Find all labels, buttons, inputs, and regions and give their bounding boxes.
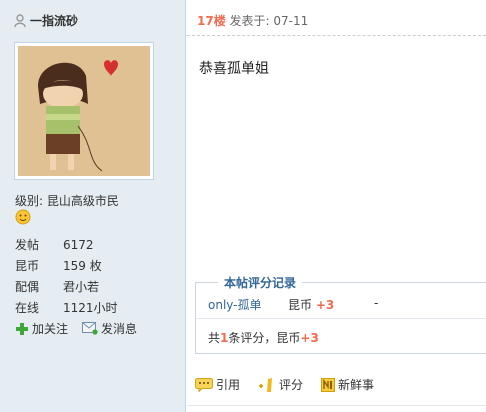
quote-label: 引用	[216, 378, 241, 392]
news-button[interactable]: 新鲜事	[321, 376, 374, 393]
plus-icon	[16, 322, 28, 335]
stat-row-posts: 发帖 6172	[15, 234, 118, 255]
user-stats: 发帖 6172 昆币 159 枚 配偶 君小若 在线 1121小时	[15, 234, 118, 318]
quote-icon	[195, 377, 213, 392]
follow-button[interactable]: 加关注	[15, 320, 68, 337]
message-label: 发消息	[101, 322, 138, 336]
stat-value: 1121小时	[63, 301, 118, 315]
author-username[interactable]: 一指流砂	[30, 12, 78, 29]
user-offline-icon	[14, 13, 26, 27]
rate-button[interactable]: 评分	[258, 376, 303, 393]
post-time: 发表于: 07-11	[229, 14, 309, 28]
rating-summary: 共1条评分，昆币+3	[208, 329, 319, 346]
post-main: 17楼 发表于: 07-11 恭喜孤单姐 本帖评分记录 only-孤单 昆币 +…	[187, 0, 486, 412]
user-level: 级别: 昆山高级市民	[15, 192, 119, 209]
stat-key: 昆币	[15, 259, 40, 273]
summary-mid: 条评分，昆币	[228, 331, 301, 345]
author-sidebar: 一指流砂 级别: 昆山高级市民 发帖 6172 昆币 159 枚 配偶 君小若 …	[0, 0, 186, 412]
rating-note: -	[374, 296, 379, 310]
news-icon	[321, 377, 336, 392]
author-name-row: 一指流砂	[14, 12, 78, 29]
smiley-icon	[15, 209, 31, 225]
send-message-button[interactable]: 发消息	[82, 320, 137, 337]
post-content: 恭喜孤单姐	[199, 61, 269, 77]
rating-user[interactable]: only-孤单	[208, 296, 288, 313]
avatar-image	[18, 46, 150, 176]
rating-amount: +3	[315, 298, 335, 312]
level-label: 级别:	[15, 194, 44, 208]
header-divider	[187, 35, 486, 36]
follow-label: 加关注	[32, 322, 69, 336]
rate-label: 评分	[279, 378, 304, 392]
stat-key: 发帖	[15, 238, 40, 252]
floor-number[interactable]: 17楼	[197, 14, 226, 28]
stat-key: 在线	[15, 301, 40, 315]
rating-currency-label: 昆币	[288, 298, 313, 312]
post-footer-actions: 引用 评分 新鲜事	[195, 376, 374, 393]
rating-row: only-孤单 昆币 +3 -	[208, 296, 378, 313]
footer-divider	[187, 405, 486, 406]
news-label: 新鲜事	[338, 378, 375, 392]
user-actions: 加关注 发消息	[15, 320, 137, 337]
rating-divider	[196, 318, 486, 319]
rating-title: 本帖评分记录	[218, 274, 303, 291]
post-header: 17楼 发表于: 07-11	[197, 12, 308, 29]
rating-currency: 昆币 +3	[288, 296, 374, 313]
stat-value[interactable]: 6172	[63, 238, 94, 252]
quote-button[interactable]: 引用	[195, 376, 240, 393]
summary-prefix: 共	[208, 331, 221, 345]
rating-record-box: 本帖评分记录 only-孤单 昆币 +3 - 共1条评分，昆币+3	[195, 274, 486, 354]
stat-key: 配偶	[15, 280, 40, 294]
stat-row-spouse: 配偶 君小若	[15, 276, 118, 297]
rate-plus-one-icon	[259, 377, 273, 392]
stat-value[interactable]: 君小若	[63, 278, 99, 295]
stat-value: 159 枚	[63, 259, 102, 273]
level-value-link[interactable]: 昆山高级市民	[47, 194, 119, 208]
stat-row-coins: 昆币 159 枚	[15, 255, 118, 276]
summary-amount: +3	[300, 331, 319, 345]
envelope-icon	[82, 322, 98, 335]
stat-row-online: 在线 1121小时	[15, 297, 118, 318]
avatar[interactable]	[14, 42, 154, 180]
